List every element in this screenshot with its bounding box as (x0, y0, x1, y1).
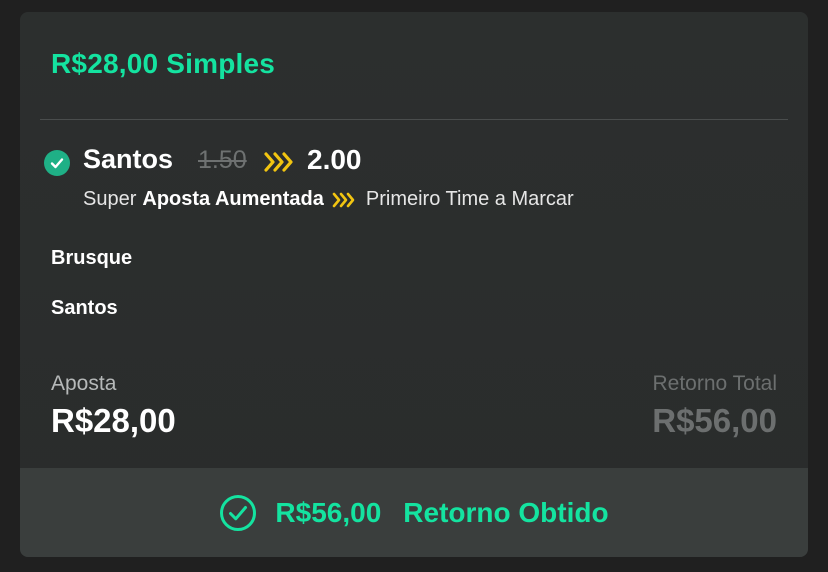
stake-label: Aposta (51, 372, 117, 395)
team-home: Brusque (51, 247, 133, 269)
boosted-odds: 2.00 (307, 144, 362, 175)
market-line: Super Aposta Aumentada Primeiro Time a M… (83, 188, 574, 211)
market-name: Primeiro Time a Marcar (365, 188, 574, 210)
check-circle-outline-icon (220, 494, 257, 531)
total-return-value: R$56,00 (652, 402, 777, 439)
double-chevron-boost-icon (264, 152, 293, 172)
old-odds: 1.50 (198, 146, 247, 174)
bet-receipt-card: R$28,00 Simples Santos 1.50 2.00 Super A… (20, 12, 808, 557)
team-away: Santos (51, 297, 118, 319)
check-circle-filled-icon (44, 150, 70, 176)
market-prefix: Super (83, 188, 137, 210)
market-boost-label: Aposta Aumentada (142, 188, 324, 210)
total-return-label: Retorno Total (652, 372, 777, 395)
won-status: Retorno Obtido (403, 496, 609, 528)
result-footer: R$56,00 Retorno Obtido (20, 468, 808, 557)
won-amount: R$56,00 (275, 496, 382, 528)
selection-name: Santos (83, 144, 174, 174)
header-divider (40, 119, 788, 120)
stake-value: R$28,00 (51, 402, 176, 439)
double-chevron-boost-icon (332, 192, 355, 207)
bet-header-title: R$28,00 Simples (51, 48, 276, 79)
